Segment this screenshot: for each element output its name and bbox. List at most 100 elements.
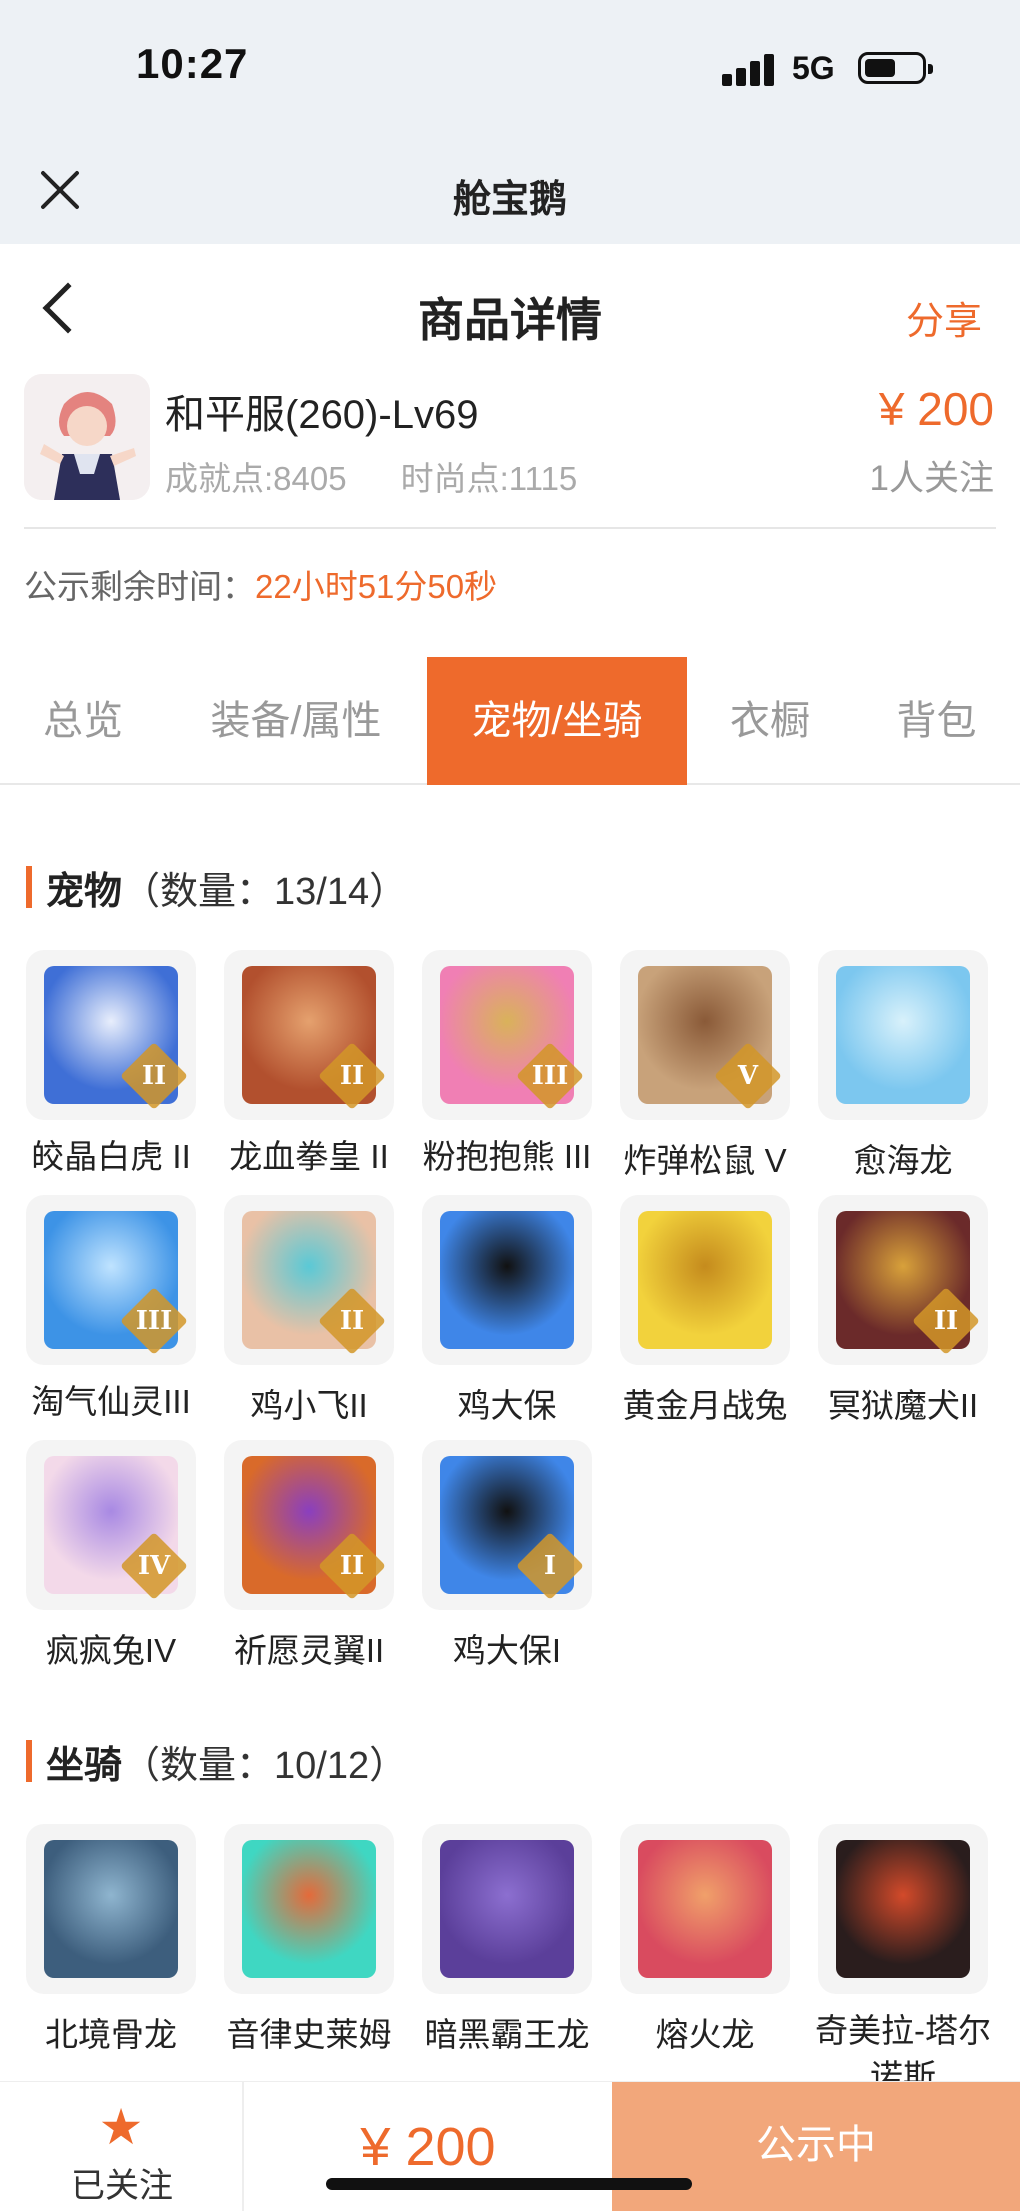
pets-section-title: 宠物 [46,871,123,913]
pet-item[interactable]: II 冥狱魔犬II [804,1195,1002,1427]
pet-item[interactable]: II 龙血拳皇 II [210,950,408,1180]
mount-item[interactable]: 奇美拉-塔尔诺斯 [804,1824,1002,2100]
pet-thumbnail: II [224,1195,394,1365]
pet-thumbnail [620,1195,790,1365]
tab-pets-mounts[interactable]: 宠物/坐骑 [427,657,687,785]
cellular-signal-icon [722,52,776,86]
follow-button[interactable]: ★ 已关注 [0,2082,244,2211]
tier-badge-label: II [933,1306,959,1336]
mount-name: 暗黑霸王龙 [424,2016,590,2053]
pet-thumbnail: II [818,1195,988,1365]
share-button[interactable]: 分享 [906,290,982,345]
countdown: 公示剩余时间：22小时51分50秒 [24,560,497,608]
pet-thumbnail: II [26,950,196,1120]
pets-count: （数量：13/14） [122,871,408,913]
bottom-price: ¥ 200 [360,2117,496,2177]
pet-name: 疯疯兔IV [45,1632,177,1669]
pet-name: 淘气仙灵III [31,1383,191,1420]
mount-item[interactable]: 熔火龙 [606,1824,804,2056]
tier-badge-label: II [339,1306,365,1336]
top-bar: 10:27 5G 舱宝鹅 [0,0,1020,244]
pet-name: 皎晶白虎 II [31,1138,191,1175]
pet-item[interactable]: I 鸡大保I [408,1440,606,1672]
mount-thumbnail [26,1824,196,1994]
product-name: 和平服(260)-Lv69 [165,393,479,437]
pet-portrait [440,1211,574,1349]
mount-portrait [836,1840,970,1978]
mount-portrait [242,1840,376,1978]
pet-thumbnail: III [26,1195,196,1365]
pet-thumbnail: III [422,950,592,1120]
tier-badge-label: II [339,1551,365,1581]
mount-name: 音律史莱姆 [226,2016,392,2053]
character-avatar [24,374,150,500]
mount-item[interactable]: 北境骨龙 [12,1824,210,2056]
home-indicator [326,2178,692,2190]
pet-name: 鸡大保I [452,1632,562,1669]
mounts-section-title: 坐骑 [46,1745,123,1787]
mount-thumbnail [224,1824,394,1994]
pet-item[interactable]: V 炸弹松鼠 V [606,950,804,1182]
pet-item[interactable]: III 粉抱抱熊 III [408,950,606,1180]
pet-thumbnail: V [620,950,790,1120]
pet-item[interactable]: II 鸡小飞II [210,1195,408,1427]
tier-badge-label: V [737,1061,759,1091]
follower-count: 1人关注 [869,459,994,498]
status-time: 10:27 [136,40,249,87]
pet-thumbnail: IV [26,1440,196,1610]
pet-name: 粉抱抱熊 III [422,1138,592,1175]
tier-badge-label: III [135,1306,173,1336]
mount-thumbnail [818,1824,988,1994]
mount-portrait [638,1840,772,1978]
network-type: 5G [792,50,835,86]
pet-item[interactable]: 愈海龙 [804,950,1002,1182]
fashion-points: 时尚点:1115 [400,460,578,497]
pet-item[interactable]: II 祈愿灵翼II [210,1440,408,1672]
public-notice-button[interactable]: 公示中 [612,2082,1020,2211]
mounts-section-header: 坐骑（数量：10/12） [26,1734,407,1789]
pet-portrait [836,966,970,1104]
mount-portrait [440,1840,574,1978]
bottom-bar: ★ 已关注 ¥ 200 公示中 [0,2081,1020,2211]
mount-thumbnail [620,1824,790,1994]
tab-equipment[interactable]: 装备/属性 [166,657,426,785]
mounts-count: （数量：10/12） [122,1745,408,1787]
page-title: 商品详情 [418,294,602,346]
follow-label: 已关注 [71,2167,173,2205]
mount-name: 北境骨龙 [45,2016,177,2053]
tab-bag[interactable]: 背包 [853,657,1020,785]
pet-item[interactable]: IV 疯疯兔IV [12,1440,210,1672]
pet-name: 祈愿灵翼II [233,1632,385,1669]
pet-name: 黄金月战兔 [622,1387,788,1424]
pet-thumbnail: II [224,1440,394,1610]
divider [24,527,996,529]
product-price: ¥ 200 [878,383,994,435]
pet-item[interactable]: 鸡大保 [408,1195,606,1427]
pet-portrait [638,1211,772,1349]
tab-overview[interactable]: 总览 [0,657,166,785]
countdown-label: 公示剩余时间： [24,568,255,605]
pet-name: 龙血拳皇 II [229,1138,389,1175]
pet-thumbnail: II [224,950,394,1120]
tier-badge-label: IV [137,1551,171,1581]
mount-item[interactable]: 音律史莱姆 [210,1824,408,2056]
tier-badge-label: I [543,1551,557,1581]
pet-name: 冥狱魔犬II [827,1387,979,1424]
battery-icon [858,52,933,84]
product-stats: 成就点:8405 时尚点:1115 [165,452,577,500]
pet-name: 炸弹松鼠 V [623,1142,787,1179]
pets-section-header: 宠物（数量：13/14） [26,860,407,915]
pet-name: 鸡大保 [457,1387,557,1424]
tab-bar: 总览 装备/属性 宠物/坐骑 衣橱 背包 [0,657,1020,785]
mount-portrait [44,1840,178,1978]
star-icon: ★ [98,2099,144,2155]
pet-item[interactable]: II 皎晶白虎 II [12,950,210,1180]
mount-name: 熔火龙 [655,2016,755,2053]
pet-name: 愈海龙 [853,1142,953,1179]
tab-wardrobe[interactable]: 衣橱 [687,657,853,785]
tier-badge-label: II [339,1061,365,1091]
pet-item[interactable]: III 淘气仙灵III [12,1195,210,1425]
pet-name: 鸡小飞II [250,1387,368,1424]
mount-item[interactable]: 暗黑霸王龙 [408,1824,606,2056]
pet-item[interactable]: 黄金月战兔 [606,1195,804,1427]
